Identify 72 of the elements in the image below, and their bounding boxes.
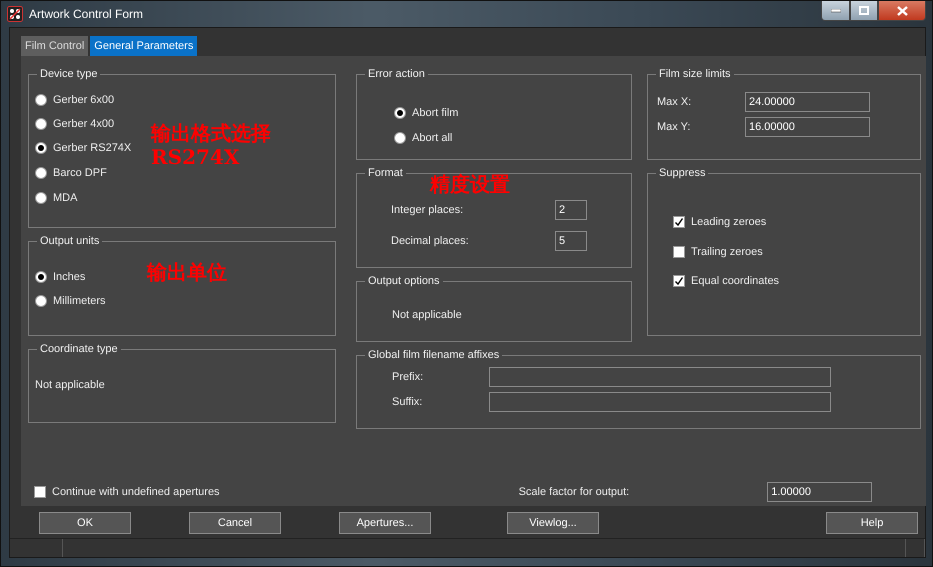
option-label: Trailing zeroes [691, 246, 763, 258]
field-label: Max X: [657, 96, 692, 108]
tab[interactable]: General Parameters [90, 36, 198, 56]
option-label: Millimeters [53, 295, 106, 307]
window-title: Artwork Control Form [29, 7, 144, 21]
radio-button[interactable] [35, 167, 47, 179]
radio-button[interactable] [35, 295, 47, 307]
text-field[interactable] [489, 392, 831, 412]
field-label: Max Y: [657, 121, 692, 133]
field-label: Integer places: [391, 204, 464, 216]
option-label: Gerber 4x00 [53, 118, 114, 130]
group-title: Output units [39, 235, 100, 247]
radio-button[interactable] [35, 192, 47, 204]
dialog-button[interactable]: Help [826, 512, 918, 534]
info-text: Not applicable [35, 378, 106, 391]
info-text: Not applicable [391, 308, 463, 321]
option-label: Gerber 6x00 [53, 94, 114, 106]
field-label: Decimal places: [391, 235, 470, 247]
text-field[interactable] [489, 367, 831, 387]
close-icon [896, 6, 908, 16]
maximize-button[interactable] [850, 1, 878, 21]
group-title: Global film filename affixes [367, 349, 500, 361]
close-button[interactable] [878, 1, 926, 21]
option-label: Abort all [412, 132, 452, 144]
group-title: Error action [367, 68, 426, 80]
annotation-text: 精度设置 [430, 172, 510, 196]
field-label: Prefix: [392, 371, 424, 383]
dialog-button[interactable]: Apertures... [339, 512, 431, 534]
number-field[interactable]: 24.00000 [745, 92, 870, 112]
group-title: Device type [39, 68, 98, 80]
option-label: Leading zeroes [691, 216, 766, 228]
field-label: Scale factor for output: [518, 486, 630, 498]
group-title: Suppress [658, 167, 706, 179]
checkbox[interactable] [673, 246, 685, 258]
checkbox[interactable] [673, 275, 685, 287]
option-label: Abort film [412, 106, 458, 118]
annotation-text: 输出单位 [147, 260, 227, 284]
annotation-text: RS274X [151, 145, 240, 169]
radio-button[interactable] [394, 106, 406, 118]
number-field[interactable]: 5 [555, 231, 587, 251]
radio-button[interactable] [394, 132, 406, 144]
group-title: Format [367, 167, 404, 179]
option-label: Continue with undefined apertures [52, 486, 220, 498]
minimize-button[interactable] [821, 1, 850, 21]
group-title: Film size limits [658, 68, 732, 80]
checkmark-icon [674, 217, 684, 227]
radio-button[interactable] [35, 271, 47, 283]
checkbox[interactable] [673, 216, 685, 228]
option-label: Inches [53, 271, 86, 283]
option-label: Gerber RS274X [53, 142, 132, 154]
number-field[interactable]: 16.00000 [745, 117, 870, 137]
field-label: Suffix: [392, 396, 424, 408]
annotation-text: 输出格式选择 [151, 121, 271, 145]
group-title: Coordinate type [39, 343, 119, 355]
minimize-icon [830, 8, 840, 12]
group-title: Output options [367, 275, 441, 287]
tab[interactable]: Film Control [21, 36, 88, 56]
radio-button[interactable] [35, 118, 47, 130]
radio-button[interactable] [35, 142, 47, 154]
dialog-button[interactable]: Viewlog... [507, 512, 599, 534]
maximize-icon [859, 6, 869, 15]
option-label: Barco DPF [53, 167, 107, 179]
checkbox[interactable] [34, 486, 46, 498]
dialog-button[interactable]: Cancel [189, 512, 281, 534]
app-icon [7, 6, 23, 22]
option-label: MDA [53, 192, 78, 204]
checkmark-icon [674, 276, 684, 286]
dialog-button[interactable]: OK [39, 512, 131, 534]
option-label: Equal coordinates [691, 275, 780, 287]
number-field[interactable]: 2 [555, 200, 587, 220]
number-field[interactable]: 1.00000 [767, 482, 872, 502]
radio-button[interactable] [35, 94, 47, 106]
